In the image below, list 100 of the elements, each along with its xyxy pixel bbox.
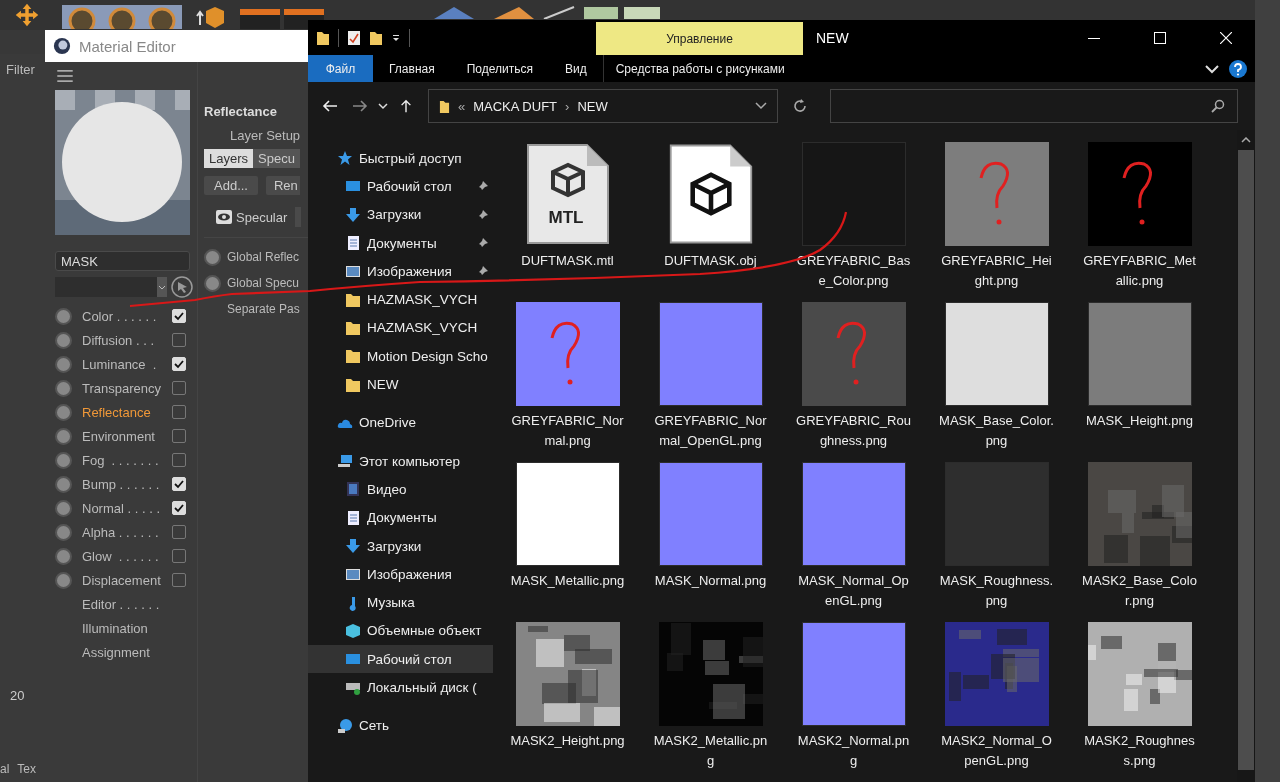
search-field[interactable]: [830, 89, 1238, 123]
radio-icon[interactable]: [204, 248, 221, 266]
nav-item[interactable]: OneDrive: [308, 408, 493, 437]
path-segment[interactable]: NEW: [577, 98, 608, 114]
mtl-file-icon[interactable]: [524, 141, 611, 246]
image-thumbnail[interactable]: [944, 301, 1049, 406]
file-name[interactable]: GREYFABRIC_Normal.png: [509, 411, 626, 451]
help-icon[interactable]: [1229, 59, 1247, 78]
checkbox[interactable]: [172, 549, 186, 563]
channel-item[interactable]: Environment: [82, 428, 172, 444]
radio-icon[interactable]: [55, 403, 72, 421]
nav-item[interactable]: Объемные объект: [308, 616, 493, 646]
radio-icon[interactable]: [55, 499, 72, 517]
file-name[interactable]: MASK2_Base_Color.png: [1081, 571, 1198, 611]
back-icon[interactable]: [322, 99, 338, 113]
radio-icon[interactable]: [55, 571, 72, 589]
nav-item[interactable]: Загрузки: [308, 200, 493, 229]
nav-item[interactable]: Рабочий стол: [308, 172, 493, 201]
channel-item[interactable]: Color . . . . . .: [82, 308, 172, 324]
pin-icon[interactable]: [477, 180, 489, 193]
file-name[interactable]: MASK2_Normal_OpenGL.png: [938, 731, 1055, 771]
file-name[interactable]: GREYFABRIC_Metallic.png: [1081, 251, 1198, 291]
radio-icon[interactable]: [55, 307, 72, 325]
file-name[interactable]: MASK2_Roughness.png: [1081, 731, 1198, 771]
nav-item[interactable]: Изображения: [308, 560, 493, 589]
radio-icon[interactable]: [55, 331, 72, 349]
radio-icon[interactable]: [204, 274, 221, 292]
nav-item[interactable]: HAZMASK_VYCH: [308, 313, 493, 343]
image-thumbnail[interactable]: [801, 141, 906, 246]
layer-name[interactable]: Specular: [236, 209, 288, 225]
file-name[interactable]: MASK2_Normal.png: [795, 731, 912, 771]
nav-item[interactable]: Изображения: [308, 257, 493, 286]
radio-icon[interactable]: [55, 451, 72, 469]
channel-item[interactable]: Displacement: [82, 572, 172, 588]
panel-tab[interactable]: Tex: [17, 762, 37, 776]
address-bar[interactable]: « MACKA DUFT › NEW: [428, 89, 778, 123]
scroll-up-icon[interactable]: [1241, 137, 1251, 143]
nav-item[interactable]: Этот компьютер: [308, 446, 493, 476]
ribbon-tab[interactable]: Файл: [308, 55, 373, 82]
channel-item[interactable]: Normal . . . . .: [82, 500, 172, 516]
image-thumbnail[interactable]: [801, 461, 906, 566]
image-thumbnail[interactable]: [1087, 301, 1192, 406]
layer-button[interactable]: Ren: [265, 176, 300, 195]
channel-item[interactable]: Reflectance: [82, 404, 172, 420]
nav-item[interactable]: Быстрый доступ: [308, 144, 493, 173]
pin-icon[interactable]: [477, 265, 489, 278]
checkbox[interactable]: [172, 333, 186, 347]
image-thumbnail[interactable]: [801, 621, 906, 726]
ribbon-tab[interactable]: Поделиться: [450, 55, 549, 82]
refresh-icon[interactable]: [792, 98, 808, 114]
pin-icon[interactable]: [477, 237, 489, 250]
file-name[interactable]: MASK2_Height.png: [509, 731, 626, 751]
nav-item[interactable]: Локальный диск (: [308, 673, 493, 702]
channel-item[interactable]: Editor . . . . . .: [82, 596, 172, 612]
chevron-icon[interactable]: [755, 102, 767, 110]
properties-icon[interactable]: [347, 29, 361, 46]
filter-label[interactable]: Filter: [6, 62, 35, 77]
file-name[interactable]: DUFTMASK.mtl: [509, 251, 626, 271]
file-name[interactable]: MASK_Normal_OpenGL.png: [795, 571, 912, 611]
move-icon[interactable]: [14, 2, 40, 28]
checkbox[interactable]: [172, 405, 186, 419]
cube-icon[interactable]: [196, 5, 226, 29]
checkbox[interactable]: [172, 429, 186, 443]
radio-icon[interactable]: [55, 475, 72, 493]
checkbox[interactable]: [172, 573, 186, 587]
pin-icon[interactable]: [477, 208, 489, 221]
file-name[interactable]: MASK_Roughness.png: [938, 571, 1055, 611]
path-segment[interactable]: MACKA DUFT: [473, 98, 558, 114]
nav-item[interactable]: HAZMASK_VYCH: [308, 285, 493, 314]
nav-item[interactable]: NEW: [308, 370, 493, 399]
panel-tab[interactable]: al: [0, 762, 10, 776]
image-thumbnail[interactable]: [658, 461, 763, 566]
radio-icon[interactable]: [55, 547, 72, 565]
file-name[interactable]: GREYFABRIC_Normal_OpenGL.png: [652, 411, 769, 451]
dropdown-icon[interactable]: [391, 32, 401, 43]
search-icon[interactable]: [1211, 99, 1225, 113]
channel-item[interactable]: Diffusion . . .: [82, 332, 172, 348]
radio-icon[interactable]: [55, 523, 72, 541]
checkbox[interactable]: [172, 381, 186, 395]
channel-item[interactable]: Assignment: [82, 644, 172, 660]
radio-icon[interactable]: [55, 427, 72, 445]
nav-item[interactable]: Рабочий стол: [308, 645, 493, 674]
file-name[interactable]: GREYFABRIC_Height.png: [938, 251, 1055, 291]
nav-item[interactable]: Видео: [308, 475, 493, 504]
nav-item[interactable]: Сеть: [308, 711, 493, 740]
nav-item[interactable]: Музыка: [308, 588, 493, 617]
cursor-icon[interactable]: [171, 276, 193, 298]
ribbon-tab[interactable]: Вид: [548, 55, 603, 82]
file-name[interactable]: MASK_Metallic.png: [509, 571, 626, 591]
channel-item[interactable]: Bump . . . . . .: [82, 476, 172, 492]
nav-item[interactable]: Загрузки: [308, 531, 493, 561]
file-name[interactable]: MASK2_Metallic.png: [652, 731, 769, 771]
layer-tab[interactable]: Layers: [204, 149, 254, 168]
eye-icon[interactable]: [216, 210, 232, 224]
checkbox[interactable]: [172, 453, 186, 467]
context-tab[interactable]: Управление: [596, 22, 803, 55]
path-separator[interactable]: ›: [565, 98, 570, 114]
radio-icon[interactable]: [55, 379, 72, 397]
material-name-field[interactable]: MASK: [55, 251, 190, 271]
channel-item[interactable]: Alpha . . . . . .: [82, 524, 172, 540]
